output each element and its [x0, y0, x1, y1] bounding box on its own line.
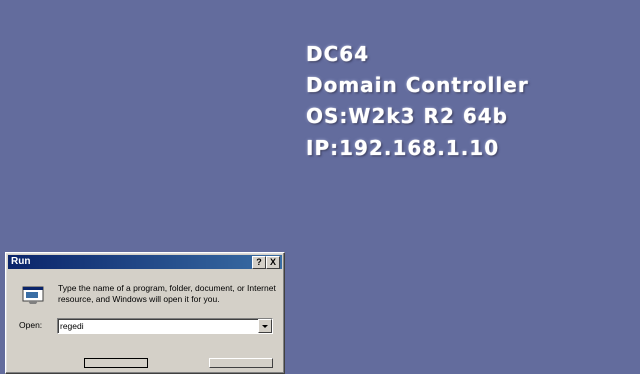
run-icon: [20, 283, 46, 305]
open-input[interactable]: [60, 319, 250, 332]
open-label-text: Open:: [19, 320, 43, 330]
bginfo-role: Domain Controller: [306, 73, 529, 97]
bginfo-os: OS:W2k3 R2 64b: [306, 104, 508, 128]
close-button[interactable]: X: [266, 256, 280, 269]
dialog-prompt: Type the name of a program, folder, docu…: [58, 283, 276, 304]
run-dialog: Run ? X Type the name of a program, fold…: [5, 252, 285, 374]
open-label: Open:: [19, 320, 42, 330]
open-combobox[interactable]: [57, 318, 273, 334]
help-button[interactable]: ?: [252, 256, 266, 269]
dialog-title: Run: [11, 256, 31, 267]
bginfo-hostname: DC64: [306, 42, 370, 66]
chevron-down-icon[interactable]: [258, 319, 272, 333]
dialog-titlebar[interactable]: Run ? X: [8, 255, 282, 269]
bginfo-ip: IP:192.168.1.10: [306, 136, 500, 160]
